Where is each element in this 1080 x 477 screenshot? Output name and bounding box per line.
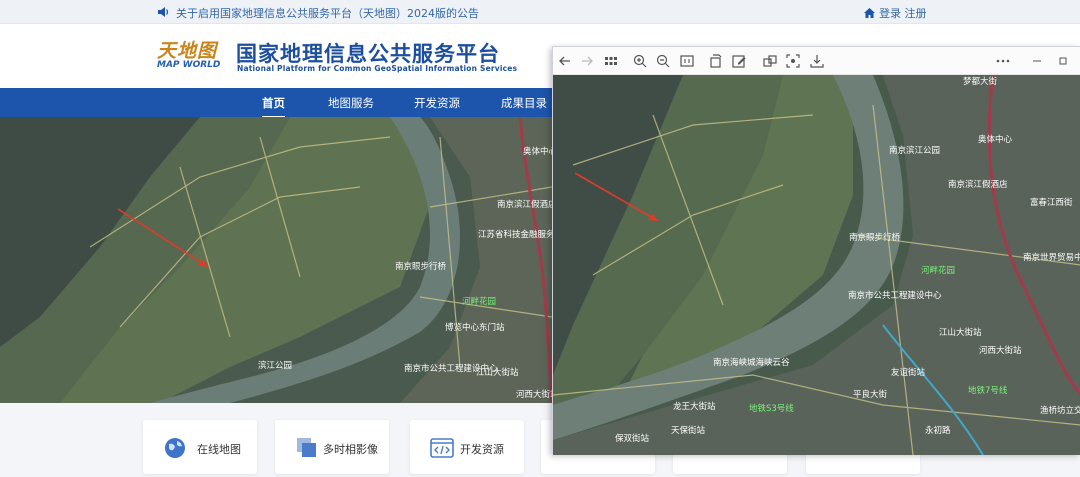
map-label-park-viewer: 河畔花园	[921, 265, 955, 276]
map-label-yijiang: 南京滨江公园	[889, 145, 940, 156]
grid-icon[interactable]	[603, 53, 619, 69]
logo[interactable]: 天地图	[157, 36, 217, 63]
map-label-aoti-viewer: 奥体中心	[978, 134, 1013, 145]
map-label-east-gate: 博览中心东门站	[445, 322, 505, 333]
logo-en: MAP WORLD	[157, 60, 221, 70]
map-label-haixia: 南京海峡城海峡云谷	[713, 357, 790, 368]
download-icon[interactable]	[809, 53, 825, 69]
map-label-yongchu: 永初路	[925, 425, 951, 436]
map-label-aoti: 奥体中心	[523, 146, 552, 157]
map-label-hotel: 南京滨江假酒店	[497, 199, 552, 210]
login-label[interactable]: 登录 注册	[879, 7, 927, 20]
zoom-out-icon[interactable]	[655, 53, 671, 69]
map-label-tianbao: 天保街站	[671, 425, 706, 436]
map-label-metro-s3: 地铁S3号线	[749, 403, 794, 414]
map-label-jiangshan2: 江山大街站	[939, 327, 982, 338]
minimize-icon[interactable]	[1029, 53, 1045, 69]
map-label-baoshuang: 保双街站	[615, 433, 650, 444]
crop-icon[interactable]	[762, 53, 778, 69]
map-label-fuchun: 富春江西街	[1030, 197, 1073, 208]
forward-arrow-icon[interactable]	[579, 53, 595, 69]
more-options-icon[interactable]	[995, 53, 1011, 69]
notice-link[interactable]: 关于启用国家地理信息公共服务平台（天地图）2024版的公告	[176, 5, 479, 21]
card-label: 在线地图	[197, 443, 241, 456]
map-label-hotel-viewer: 南京滨江假酒店	[948, 179, 1008, 190]
map-label-park: 河畔花园	[462, 296, 496, 307]
card-dev-resources[interactable]: 开发资源	[410, 420, 524, 474]
scan-icon[interactable]	[785, 53, 801, 69]
map-label-longwang: 龙王大街站	[673, 401, 716, 412]
zoom-in-icon[interactable]	[632, 53, 648, 69]
rotate-icon[interactable]	[708, 53, 724, 69]
globe-icon	[165, 438, 185, 458]
fit-screen-icon[interactable]	[679, 53, 695, 69]
site-subtitle: National Platform for Common GeoSpatial …	[237, 64, 518, 73]
card-online-map[interactable]: 在线地图	[143, 420, 257, 474]
login-register-link[interactable]: 登录 注册	[864, 5, 927, 21]
banner-satellite-map[interactable]: 奥体中心 南京滨江假酒店 江苏省科技金融服务中心 南京眼步行桥 河畔花园 博览中…	[0, 117, 552, 403]
image-viewer-window[interactable]: 梦都大街 南京滨江公园 奥体中心 南京滨江假酒店 富春江西街 南京眼步行桥 南京…	[552, 46, 1080, 455]
nav-catalog[interactable]: 成果目录	[501, 95, 547, 111]
viewer-satellite-image[interactable]: 梦都大街 南京滨江公园 奥体中心 南京滨江假酒店 富春江西街 南京眼步行桥 南京…	[553, 75, 1080, 455]
map-label-mengdu: 梦都大街	[963, 76, 998, 87]
maximize-icon[interactable]	[1055, 53, 1071, 69]
speaker-icon	[158, 7, 169, 17]
card-multitemporal[interactable]: 多时相影像	[275, 420, 389, 474]
map-label-xiaguan: 渔桥坊立交	[1040, 405, 1080, 416]
card-label: 开发资源	[460, 443, 504, 456]
map-label-hexi-viewer: 河西大街站	[979, 345, 1022, 356]
layers-icon	[297, 438, 316, 457]
code-window-icon	[430, 438, 454, 458]
notice-bar: 关于启用国家地理信息公共服务平台（天地图）2024版的公告 登录 注册	[0, 0, 1080, 24]
home-icon	[864, 8, 875, 18]
map-label-pingliang: 平良大街	[853, 389, 888, 400]
map-label-bridge-viewer: 南京眼步行桥	[849, 232, 901, 243]
map-label-metro7: 地铁7号线	[968, 385, 1008, 396]
nav-map-services[interactable]: 地图服务	[328, 95, 374, 111]
map-label-binjiang: 滨江公园	[258, 360, 292, 371]
nav-dev-resources[interactable]: 开发资源	[414, 95, 460, 111]
viewer-toolbar	[553, 47, 1080, 75]
map-label-youyi: 友谊街站	[891, 367, 926, 378]
map-label-jiangsu: 江苏省科技金融服务中心	[478, 229, 552, 240]
edit-icon[interactable]	[731, 53, 747, 69]
nav-home[interactable]: 首页	[262, 95, 285, 118]
map-label-jiangshan: 江山大街站	[476, 367, 519, 378]
map-label-bridge: 南京眼步行桥	[395, 261, 447, 272]
back-arrow-icon[interactable]	[557, 53, 573, 69]
map-label-hexi: 河西大街站	[516, 389, 552, 400]
map-label-shijie: 南京世界贸易中心	[1023, 252, 1080, 263]
card-label: 多时相影像	[323, 443, 378, 456]
map-label-engineering-viewer: 南京市公共工程建设中心	[848, 290, 942, 301]
